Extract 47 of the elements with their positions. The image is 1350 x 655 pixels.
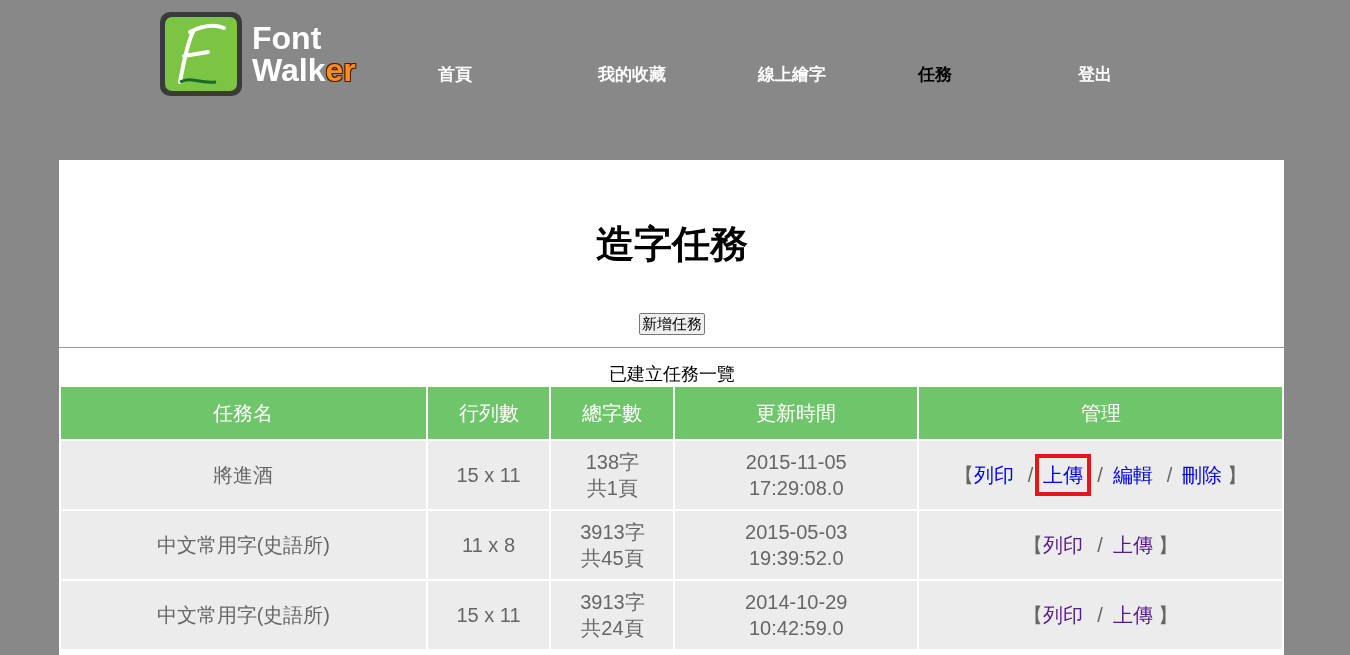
nav-link[interactable]: 我的收藏 (597, 62, 758, 88)
logo-text: Walker (252, 54, 356, 86)
separator-text: / (1097, 533, 1103, 558)
action-link[interactable]: 列印 (1043, 602, 1084, 628)
bracket-text: 】 (1157, 603, 1178, 628)
table-cell: 11 x 8 (427, 511, 550, 579)
table-cell: 2015-05-03 19:39:52.0 (675, 511, 918, 579)
add-task-button[interactable]: 新增任務 (638, 313, 705, 335)
action-link[interactable]: 列印 (973, 462, 1014, 488)
column-header: 總字數 (551, 387, 674, 439)
separator-text: / (1027, 463, 1034, 488)
table-cell: 2015-11-05 17:29:08.0 (675, 441, 918, 509)
logo-icon (158, 10, 244, 98)
action-link[interactable]: 上傳 (1043, 462, 1084, 488)
action-link[interactable]: 編輯 (1112, 462, 1153, 488)
bracket-text: 】 (1157, 533, 1178, 558)
column-header: 更新時間 (675, 387, 918, 439)
table-cell: 3913字 共45頁 (551, 511, 674, 579)
nav-link[interactable]: 首頁 (437, 62, 598, 88)
table-cell: 2014-10-29 10:42:59.0 (675, 581, 918, 649)
nav-link[interactable]: 任務 (917, 62, 1078, 88)
table-cell: 中文常用字(史語所) (61, 511, 426, 579)
bracket-text: 【 (953, 463, 974, 488)
action-link[interactable]: 列印 (1043, 532, 1084, 558)
separator-text: / (1097, 603, 1103, 628)
table-cell: 15 x 11 (427, 441, 550, 509)
nav-link[interactable]: 登出 (1077, 62, 1238, 88)
bracket-text: 】 (1227, 463, 1248, 488)
bracket-text: 【 (1023, 603, 1044, 628)
column-header: 任務名 (61, 387, 426, 439)
nav-link[interactable]: 線上繪字 (757, 62, 918, 88)
column-header: 管理 (919, 387, 1282, 439)
action-link[interactable]: 刪除 (1182, 462, 1223, 488)
page-title: 造字任務 (595, 222, 748, 267)
table-cell: 138字 共1頁 (551, 441, 674, 509)
bracket-text: 【 (1023, 533, 1044, 558)
separator-text: / (1166, 463, 1173, 488)
table-cell: 中文常用字(史語所) (61, 581, 426, 649)
table-caption: 已建立任務一覽 (608, 363, 735, 386)
action-link[interactable]: 上傳 (1112, 602, 1153, 628)
separator-text: / (1097, 463, 1103, 488)
table-cell: 3913字 共24頁 (551, 581, 674, 649)
logo-text: Font (252, 22, 323, 54)
table-cell: 15 x 11 (427, 581, 550, 649)
table-cell: 將進酒 (61, 441, 426, 509)
action-link[interactable]: 上傳 (1112, 532, 1153, 558)
column-header: 行列數 (427, 387, 550, 439)
